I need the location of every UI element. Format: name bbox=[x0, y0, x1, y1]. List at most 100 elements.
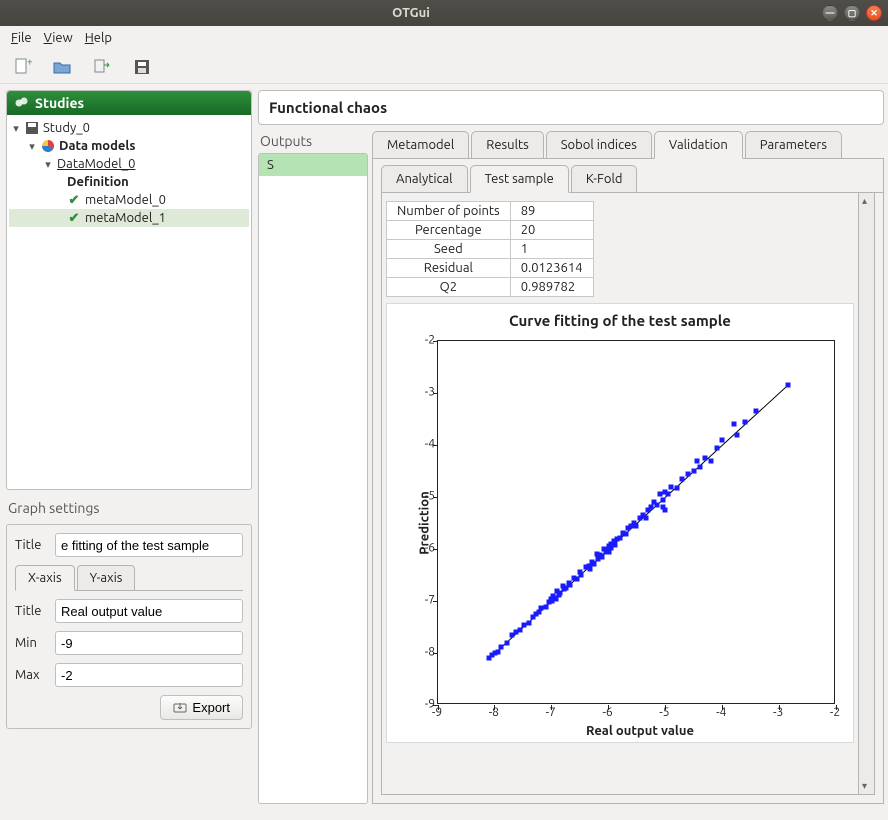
stat-value: 0.989782 bbox=[510, 278, 593, 297]
import-icon bbox=[92, 57, 112, 77]
tab-parameters[interactable]: Parameters bbox=[745, 131, 842, 159]
tree-metamodel0-row[interactable]: ✔ metaModel_0 bbox=[9, 191, 249, 209]
data-point bbox=[714, 445, 719, 450]
tree-datamodel-row[interactable]: ▾ DataModel_0 bbox=[9, 155, 249, 173]
data-point bbox=[785, 383, 790, 388]
caret-icon: ▾ bbox=[27, 140, 37, 153]
y-tick: -4 bbox=[425, 438, 435, 451]
tab-test-sample[interactable]: Test sample bbox=[470, 165, 569, 193]
data-point bbox=[498, 644, 503, 649]
stat-value: 0.0123614 bbox=[510, 259, 593, 278]
data-point bbox=[518, 627, 523, 632]
tab-x-axis[interactable]: X-axis bbox=[15, 565, 75, 591]
import-button[interactable] bbox=[90, 55, 114, 79]
tree-definition-row[interactable]: Definition bbox=[9, 173, 249, 191]
outputs-label: Outputs bbox=[258, 131, 368, 153]
new-file-button[interactable]: + bbox=[10, 55, 34, 79]
axis-tabs: X-axis Y-axis bbox=[15, 565, 243, 591]
studies-tree[interactable]: ▾ Study_0 ▾ Data models ▾ DataModel_0 bbox=[7, 115, 251, 229]
x-tick: -3 bbox=[773, 706, 783, 719]
tree-study-row[interactable]: ▾ Study_0 bbox=[9, 119, 249, 137]
stat-value: 89 bbox=[510, 202, 593, 221]
save-button[interactable] bbox=[130, 55, 154, 79]
data-point bbox=[526, 620, 531, 625]
data-point bbox=[703, 456, 708, 461]
x-tick: -6 bbox=[602, 706, 612, 719]
data-point bbox=[567, 583, 572, 588]
tab-kfold[interactable]: K-Fold bbox=[571, 165, 638, 193]
check-icon: ✔ bbox=[67, 211, 81, 225]
tree-meta1-label: metaModel_1 bbox=[85, 211, 166, 225]
validation-tab-body: Analytical Test sample K-Fold Number of … bbox=[372, 159, 884, 804]
menu-file[interactable]: File bbox=[6, 29, 37, 47]
save-icon bbox=[25, 121, 39, 135]
outputs-list[interactable]: S bbox=[258, 153, 368, 804]
caret-icon: ▾ bbox=[43, 158, 53, 171]
chart-title: Curve fitting of the test sample bbox=[387, 312, 853, 329]
plot-area bbox=[437, 340, 835, 704]
stat-label: Number of points bbox=[387, 202, 511, 221]
minimize-button[interactable]: — bbox=[822, 5, 838, 21]
data-point bbox=[674, 485, 679, 490]
menu-view[interactable]: View bbox=[39, 29, 78, 47]
table-row: Number of points89 bbox=[387, 202, 594, 221]
table-row: Percentage20 bbox=[387, 221, 594, 240]
caret-icon: ▾ bbox=[11, 122, 21, 135]
data-point bbox=[720, 437, 725, 442]
open-file-button[interactable] bbox=[50, 55, 74, 79]
data-point bbox=[669, 484, 674, 489]
data-point bbox=[505, 640, 510, 645]
window-titlebar: OTGui — ▢ ✕ bbox=[0, 0, 888, 26]
tree-meta0-label: metaModel_0 bbox=[85, 193, 166, 207]
table-row: Seed1 bbox=[387, 240, 594, 259]
data-point bbox=[588, 566, 593, 571]
close-button[interactable]: ✕ bbox=[866, 5, 882, 21]
table-row: Residual0.0123614 bbox=[387, 259, 594, 278]
studies-panel: Studies ▾ Study_0 ▾ Data models bbox=[6, 90, 252, 490]
data-point bbox=[666, 492, 671, 497]
output-item[interactable]: S bbox=[259, 154, 367, 176]
data-point bbox=[579, 573, 584, 578]
data-point bbox=[537, 610, 542, 615]
x-axis-title-input[interactable] bbox=[55, 599, 243, 623]
stat-label: Residual bbox=[387, 259, 511, 278]
stat-label: Q2 bbox=[387, 278, 511, 297]
scrollbar[interactable] bbox=[858, 193, 874, 794]
max-label: Max bbox=[15, 668, 49, 682]
menu-help[interactable]: Help bbox=[80, 29, 117, 47]
data-point bbox=[680, 476, 685, 481]
chart-title-input[interactable] bbox=[55, 533, 243, 557]
data-point bbox=[734, 432, 739, 437]
tree-metamodel1-row[interactable]: ✔ metaModel_1 bbox=[9, 209, 249, 227]
page-title: Functional chaos bbox=[258, 90, 884, 125]
data-point bbox=[554, 597, 559, 602]
tree-data-models-row[interactable]: ▾ Data models bbox=[9, 137, 249, 155]
data-point bbox=[660, 497, 665, 502]
tab-results[interactable]: Results bbox=[471, 131, 543, 159]
x-tick: -2 bbox=[830, 706, 840, 719]
x-tick: -5 bbox=[659, 706, 669, 719]
data-point bbox=[754, 409, 759, 414]
export-button[interactable]: Export bbox=[160, 695, 243, 720]
tab-analytical[interactable]: Analytical bbox=[381, 165, 468, 193]
data-point bbox=[663, 508, 668, 513]
tab-y-axis[interactable]: Y-axis bbox=[77, 565, 136, 591]
tab-sobol[interactable]: Sobol indices bbox=[546, 131, 652, 159]
data-point bbox=[649, 505, 654, 510]
y-tick: -9 bbox=[425, 698, 435, 711]
tree-study-label: Study_0 bbox=[43, 121, 90, 135]
tab-validation[interactable]: Validation bbox=[654, 131, 743, 159]
graph-settings-panel: Title X-axis Y-axis Title Min Max bbox=[6, 524, 252, 729]
x-tick: -4 bbox=[716, 706, 726, 719]
export-icon bbox=[173, 701, 187, 715]
data-point bbox=[654, 502, 659, 507]
toolbar: + bbox=[0, 50, 888, 84]
data-point bbox=[613, 542, 618, 547]
x-min-input[interactable] bbox=[55, 631, 243, 655]
x-max-input[interactable] bbox=[55, 663, 243, 687]
tab-metamodel[interactable]: Metamodel bbox=[372, 131, 469, 159]
chart-xlabel: Real output value bbox=[437, 724, 843, 738]
data-point bbox=[643, 515, 648, 520]
stat-label: Seed bbox=[387, 240, 511, 259]
maximize-button[interactable]: ▢ bbox=[844, 5, 860, 21]
